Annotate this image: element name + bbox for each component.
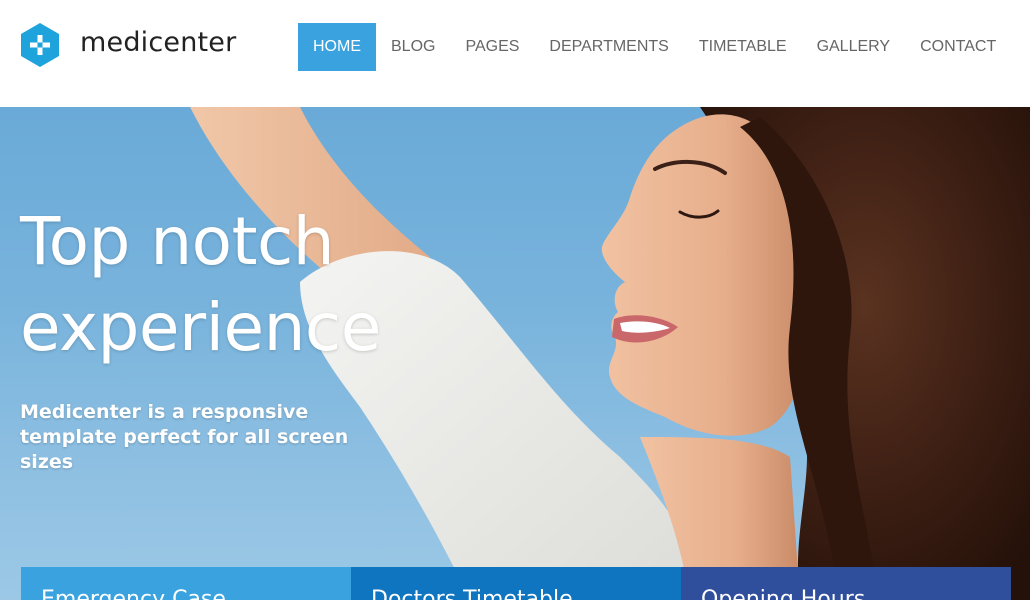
doctors-timetable-box[interactable]: Doctors Timetable — [351, 567, 681, 600]
hero-subtitle: Medicenter is a responsive template perf… — [20, 401, 349, 473]
nav-item-home[interactable]: HOME — [298, 23, 376, 71]
logo-text: medicenter — [80, 26, 237, 58]
hero-banner: Top notch experience Medicenter is a res… — [0, 107, 1030, 600]
main-navigation: HOME BLOG PAGES DEPARTMENTS TIMETABLE GA… — [298, 23, 1011, 71]
nav-item-blog[interactable]: BLOG — [376, 23, 450, 71]
hero-title-line-2: experience — [20, 289, 381, 366]
nav-item-gallery[interactable]: GALLERY — [802, 23, 906, 71]
opening-hours-box[interactable]: Opening Hours — [681, 567, 1011, 600]
info-boxes: Emergency Case Doctors Timetable Opening… — [21, 567, 1011, 600]
nav-item-timetable[interactable]: TIMETABLE — [684, 23, 802, 71]
hero-title: Top notch experience — [20, 199, 381, 371]
nav-item-contact[interactable]: CONTACT — [905, 23, 1011, 71]
nav-item-pages[interactable]: PAGES — [450, 23, 534, 71]
hero-title-line-1: Top notch — [20, 203, 335, 280]
site-header: medicenter HOME BLOG PAGES DEPARTMENTS T… — [0, 0, 1030, 107]
emergency-case-box[interactable]: Emergency Case — [21, 567, 351, 600]
nav-item-departments[interactable]: DEPARTMENTS — [534, 23, 683, 71]
site-logo[interactable]: medicenter — [20, 22, 236, 68]
medical-cross-logo-icon — [21, 23, 59, 67]
